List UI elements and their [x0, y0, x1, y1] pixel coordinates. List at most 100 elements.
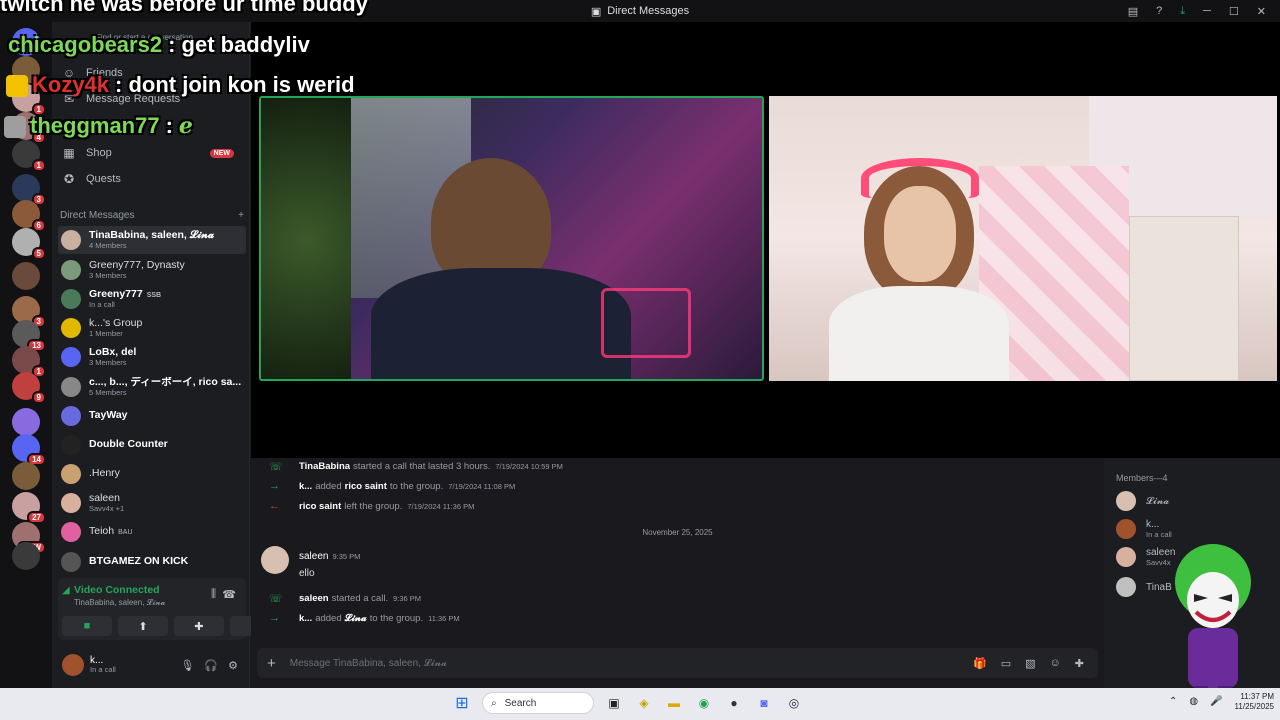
dm-item[interactable]: Greeny777 SSB In a call: [58, 285, 246, 313]
dm-item[interactable]: BTGAMEZ ON KICK: [58, 548, 246, 576]
mic-icon[interactable]: 🎤: [1210, 696, 1222, 707]
headphones-icon[interactable]: 🎧: [204, 659, 218, 672]
copilot-icon[interactable]: ◈: [634, 693, 654, 713]
dm-item[interactable]: Teioh BAU: [58, 518, 246, 546]
camera-button[interactable]: ■: [62, 616, 112, 636]
nav-quests[interactable]: ✪ Quests: [58, 166, 244, 192]
server-icon[interactable]: [12, 462, 40, 490]
message-author[interactable]: saleen: [299, 551, 328, 562]
gift-icon[interactable]: 🎁: [973, 657, 987, 670]
dm-subtext: 4 Members: [89, 240, 127, 250]
message-author[interactable]: k...: [299, 481, 312, 492]
minimize-button[interactable]: ─: [1203, 5, 1211, 17]
close-button[interactable]: ✕: [1257, 5, 1266, 18]
apps-icon[interactable]: ✚: [1075, 657, 1084, 670]
avatar: [61, 260, 81, 280]
chat-message: saleen 9:35 PM ello: [261, 546, 360, 579]
taskbar-search[interactable]: ⌕ Search: [482, 692, 594, 714]
message-input[interactable]: [289, 657, 890, 669]
dm-name: TinaBabina, saleen, 𝓛𝓲𝓷𝓪: [89, 230, 215, 242]
chevron-up-icon[interactable]: ⌃: [1169, 696, 1177, 707]
activities-button[interactable]: ✚: [174, 616, 224, 636]
server-icon[interactable]: [12, 262, 40, 290]
steam-icon[interactable]: ◎: [784, 693, 804, 713]
system-message: → k... added rico saint to the group. 7/…: [269, 478, 515, 494]
sticker-icon[interactable]: ▧: [1025, 657, 1035, 670]
maximize-button[interactable]: ☐: [1229, 5, 1239, 18]
gear-icon[interactable]: ⚙: [228, 659, 238, 672]
overlay-message: theggman77: ℯ: [4, 113, 193, 139]
help-icon[interactable]: ?: [1156, 5, 1162, 17]
windows-start-icon[interactable]: ⊞: [452, 693, 472, 713]
avatar: [61, 464, 81, 484]
dm-item[interactable]: k...'s Group 1 Member: [58, 314, 246, 342]
message-target[interactable]: 𝓛𝓲𝓷𝓪: [345, 613, 367, 624]
message-target[interactable]: rico saint: [345, 481, 387, 492]
member-name: TinaB: [1146, 581, 1172, 593]
download-icon[interactable]: ⤓: [1180, 5, 1185, 18]
screen-share-button[interactable]: ⬆: [118, 616, 168, 636]
dm-item[interactable]: Double Counter: [58, 431, 246, 459]
create-dm-button[interactable]: +: [238, 210, 244, 221]
dm-item[interactable]: .Henry: [58, 460, 246, 488]
file-explorer-icon[interactable]: ▬: [664, 693, 684, 713]
attach-button[interactable]: +: [267, 655, 276, 672]
dm-item[interactable]: LoBx, del 3 Members: [58, 343, 246, 371]
disconnect-icon[interactable]: ☎: [222, 588, 236, 601]
shop-icon: ▦: [63, 146, 75, 160]
server-icon[interactable]: [12, 492, 47, 524]
server-icon[interactable]: [12, 228, 47, 260]
noise-suppression-icon[interactable]: ⫼: [211, 588, 216, 601]
network-icon[interactable]: ◍: [1189, 696, 1198, 707]
server-icon[interactable]: [12, 408, 40, 436]
discord-icon[interactable]: ◙: [754, 693, 774, 713]
server-icon[interactable]: [12, 200, 47, 232]
badge-icon: [4, 116, 26, 139]
message-author[interactable]: rico saint: [299, 501, 341, 512]
dm-subtext: 3 Members: [89, 270, 127, 280]
dm-item[interactable]: TayWay: [58, 402, 246, 430]
server-icon[interactable]: [12, 372, 47, 404]
badge-icon: [6, 75, 28, 98]
video-tile-2[interactable]: [769, 96, 1277, 381]
message-author[interactable]: k...: [299, 613, 312, 624]
overlay-text: : get baddyliv: [168, 32, 310, 57]
arrow-right-icon: →: [269, 480, 280, 492]
chat-area: ☏ TinaBabina started a call that lasted …: [251, 458, 1104, 688]
chrome-icon[interactable]: ◉: [694, 693, 714, 713]
avatar: [1116, 547, 1136, 567]
member-item[interactable]: saleen Savv4x: [1116, 544, 1175, 570]
avatar: [61, 230, 81, 250]
dm-item[interactable]: TinaBabina, saleen, 𝓛𝓲𝓷𝓪 4 Members: [58, 226, 246, 254]
dm-item[interactable]: Greeny777, Dynasty 3 Members: [58, 256, 246, 284]
gif-icon[interactable]: ▭: [1001, 657, 1011, 670]
member-name: 𝓛𝓲𝓷𝓪: [1146, 495, 1170, 507]
phone-icon: ☏: [269, 592, 283, 605]
dm-item[interactable]: c..., b..., ディーボーイ, rico sa... 5 Members: [58, 373, 246, 401]
server-icon[interactable]: [12, 542, 40, 570]
dm-name: Greeny777, Dynasty: [89, 260, 185, 272]
member-item[interactable]: TinaB: [1116, 574, 1172, 600]
emote-icon: ℯ: [178, 113, 193, 138]
inbox-icon[interactable]: ▤: [1128, 5, 1138, 18]
member-item[interactable]: k... In a call: [1116, 516, 1172, 542]
stream-chat-overlay: twitch he was before ur time buddy chica…: [0, 0, 520, 145]
message-author[interactable]: saleen: [299, 593, 329, 604]
arrow-right-icon: →: [269, 612, 280, 624]
member-name: k...: [1146, 519, 1160, 530]
avatar[interactable]: [62, 654, 84, 676]
avatar[interactable]: [261, 546, 289, 574]
emoji-icon[interactable]: ☺: [1050, 657, 1061, 670]
task-view-icon[interactable]: ▣: [604, 693, 624, 713]
obs-icon[interactable]: ●: [724, 693, 744, 713]
server-icon[interactable]: [12, 174, 47, 206]
system-clock[interactable]: 11:37 PM 11/25/2025: [1235, 692, 1274, 711]
avatar: [1116, 519, 1136, 539]
message-author[interactable]: TinaBabina: [299, 461, 350, 472]
server-icon[interactable]: [12, 434, 47, 466]
member-item[interactable]: 𝓛𝓲𝓷𝓪: [1116, 488, 1169, 514]
dm-item[interactable]: saleen Savv4x +1: [58, 489, 246, 517]
server-icon[interactable]: [12, 320, 47, 352]
server-icon[interactable]: [12, 346, 47, 378]
mic-icon[interactable]: 🎙: [180, 659, 194, 672]
